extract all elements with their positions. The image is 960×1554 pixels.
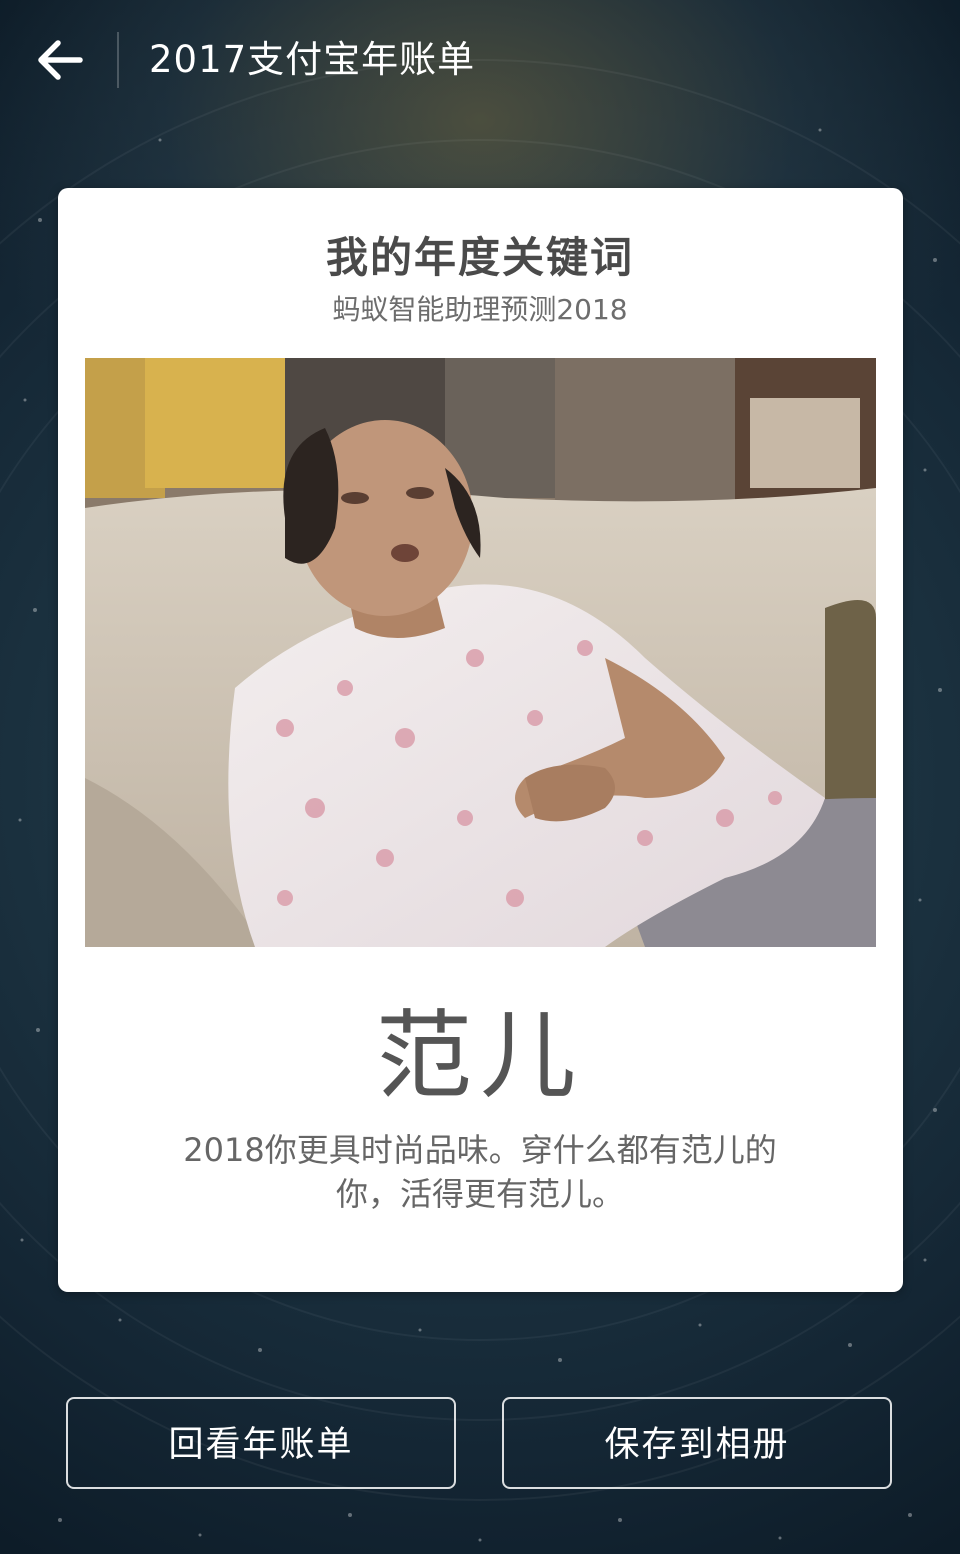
keyword-photo — [85, 358, 876, 947]
description-line-2: 你，活得更有范儿。 — [335, 1175, 624, 1213]
arrow-left-icon — [38, 40, 83, 80]
card-title: 我的年度关键词 — [325, 233, 634, 282]
title-divider — [117, 32, 119, 88]
review-bill-button[interactable]: 回看年账单 — [66, 1397, 456, 1489]
description-line-1: 2018你更具时尚品味。穿什么都有范儿的 — [183, 1131, 777, 1169]
back-button[interactable] — [30, 30, 90, 90]
card-subtitle: 蚂蚁智能助理预测2018 — [332, 293, 628, 326]
top-navigation-bar: 2017支付宝年账单 — [0, 0, 960, 118]
save-to-album-button[interactable]: 保存到相册 — [502, 1397, 892, 1489]
page-title: 2017支付宝年账单 — [149, 38, 476, 81]
annual-keyword: 范儿 — [376, 1000, 584, 1112]
keyword-description: 2018你更具时尚品味。穿什么都有范儿的 你，活得更有范儿。 — [140, 1128, 820, 1216]
